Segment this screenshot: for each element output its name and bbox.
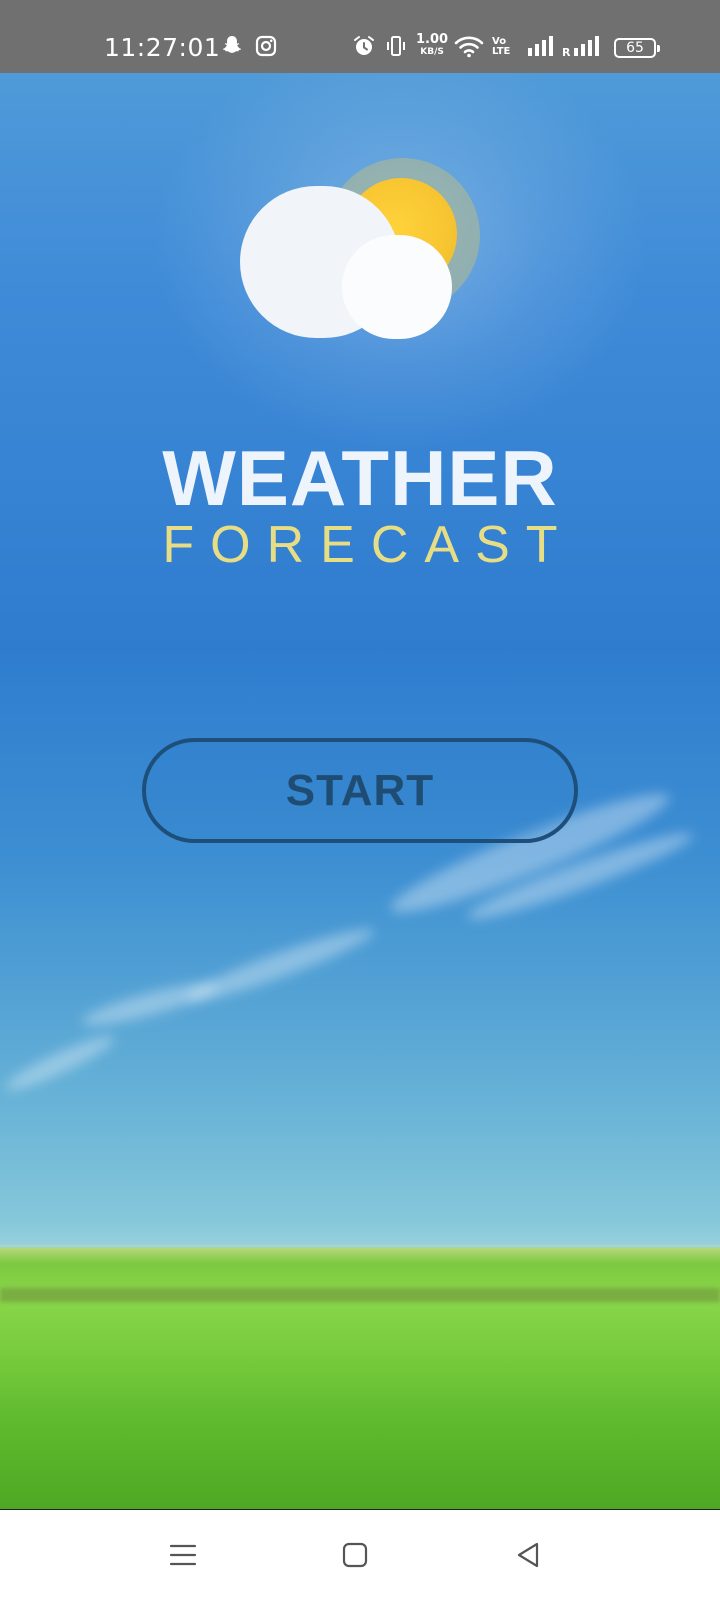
menu-icon[interactable] (158, 1535, 208, 1575)
back-icon[interactable] (503, 1535, 553, 1575)
cloud-wisp (181, 919, 379, 1011)
network-speed-value: 1.00 (416, 32, 449, 47)
wifi-icon (454, 36, 484, 58)
status-time: 11:27:01 (104, 33, 221, 62)
status-bar: 11:27:01 1.00 KB/S Vo LTE R 65 (0, 0, 720, 73)
snapchat-icon (222, 36, 242, 53)
cloud-wisp (79, 975, 221, 1033)
tree-line (0, 1288, 720, 1302)
svg-text:R: R (562, 46, 571, 58)
start-button[interactable]: START (142, 738, 578, 843)
navigation-bar (0, 1509, 720, 1600)
splash-screen: WEATHER FORECAST START (0, 73, 720, 1509)
signal-roaming-icon: R (562, 36, 599, 58)
network-speed: 1.00 KB/S (416, 32, 449, 58)
cloud-wisp (1, 1028, 119, 1098)
instagram-icon (255, 35, 277, 57)
app-subtitle: FORECAST (162, 516, 574, 574)
battery-icon: 65 (614, 38, 660, 58)
vibrate-icon (387, 36, 405, 56)
start-button-label: START (285, 765, 435, 815)
network-speed-unit: KB/S (420, 47, 444, 57)
volte-indicator: Vo LTE (492, 36, 511, 57)
home-icon[interactable] (330, 1535, 380, 1575)
alarm-icon (354, 36, 374, 55)
app-title: WEATHER (162, 434, 558, 522)
signal-icon (528, 36, 553, 56)
